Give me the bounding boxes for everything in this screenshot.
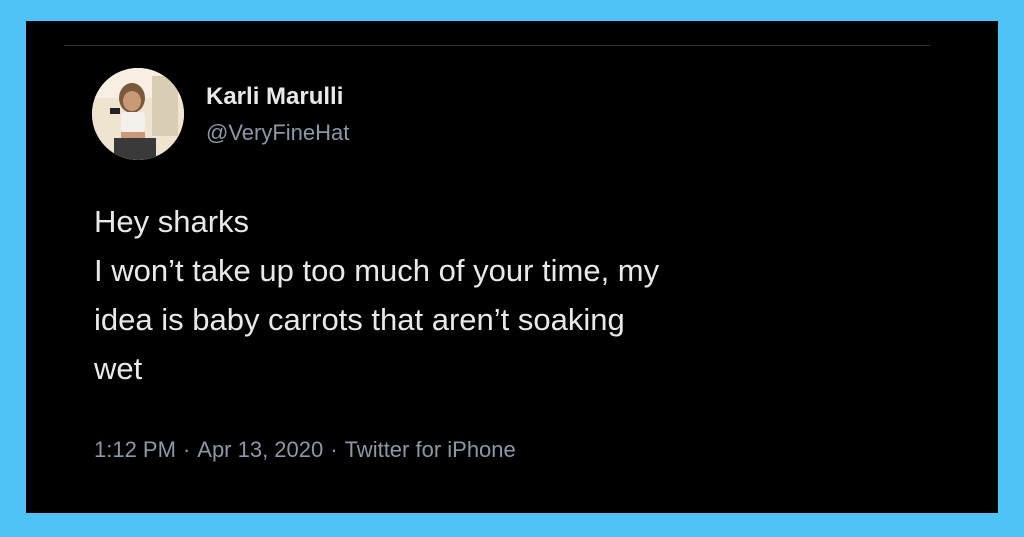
avatar[interactable] (92, 68, 184, 160)
display-name[interactable]: Karli Marulli (206, 83, 343, 111)
tweet-line: wet (94, 351, 143, 386)
divider (64, 45, 912, 46)
tweet-card: Karli Marulli @VeryFineHat Hey sharks I … (26, 21, 998, 513)
tweet-text: Hey sharks I won’t take up too much of y… (94, 197, 954, 393)
tweet-time[interactable]: 1:12 PM (94, 437, 176, 462)
divider-end (912, 45, 930, 46)
separator: · (330, 437, 338, 462)
tweet-line: Hey sharks (94, 204, 250, 239)
separator: · (182, 437, 191, 462)
tweet-line: I won’t take up too much of your time, m… (94, 253, 660, 288)
tweet-source[interactable]: Twitter for iPhone (345, 437, 516, 462)
user-handle[interactable]: @VeryFineHat (206, 119, 349, 147)
tweet-line: idea is baby carrots that aren’t soaking (94, 302, 625, 337)
tweet-date[interactable]: Apr 13, 2020 (197, 437, 323, 462)
profile-photo-icon (92, 68, 184, 160)
tweet-metadata: 1:12 PM · Apr 13, 2020 · Twitter for iPhone (94, 435, 516, 465)
